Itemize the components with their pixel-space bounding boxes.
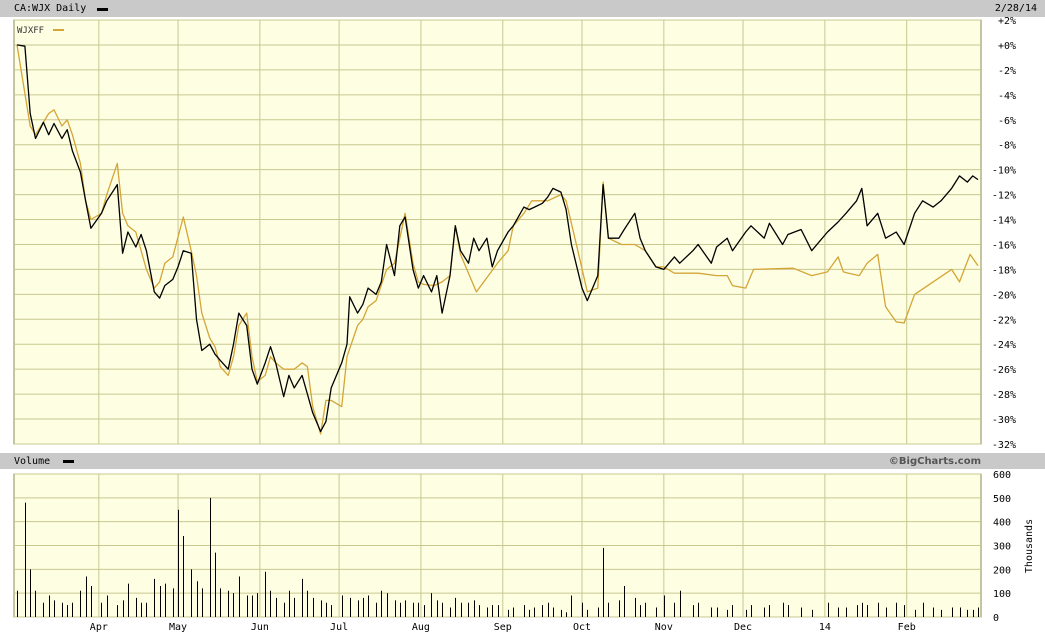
y-tick-label: -20% [992, 290, 1016, 301]
y-tick-label: -30% [992, 415, 1016, 426]
y-tick-label: -22% [992, 315, 1016, 326]
volume-axis-label: Thousands [1024, 519, 1035, 573]
y-tick-label: -28% [992, 390, 1016, 401]
y-tick-label: -32% [992, 440, 1016, 451]
volume-tick-label: 200 [993, 565, 1011, 576]
x-tick-label: Jul [330, 622, 348, 633]
x-tick-label: Dec [734, 622, 752, 633]
y-tick-label: -6% [998, 116, 1016, 127]
y-tick-label: -18% [992, 265, 1016, 276]
volume-tick-label: 300 [993, 542, 1011, 553]
y-tick-label: -24% [992, 340, 1016, 351]
x-tick-label: Aug [412, 622, 430, 633]
chart-canvas: +2% +0% -2% -4% -6% -8% -10% -12% -14% -16% -18% -2… [13, 16, 1035, 633]
y-tick-label: -4% [998, 91, 1016, 102]
comparison-legend-label: WJXFF [17, 26, 44, 36]
volume-tick-label: 0 [993, 613, 999, 624]
y-tick-label: -10% [992, 166, 1016, 177]
volume-tick-label: 500 [993, 494, 1011, 505]
comparison-legend-swatch [53, 29, 64, 31]
x-tick-label: Sep [494, 622, 512, 633]
x-tick-label: May [169, 622, 187, 633]
y-tick-label: -26% [992, 365, 1016, 376]
y-tick-label: +2% [998, 16, 1016, 27]
x-tick-label: Jun [251, 622, 269, 633]
y-tick-label: -2% [998, 66, 1016, 77]
price-plot-area [13, 19, 982, 445]
x-tick-label: 14 [819, 622, 831, 633]
x-tick-label: Nov [655, 622, 673, 633]
volume-tick-label: 100 [993, 589, 1011, 600]
x-tick-label: Apr [90, 622, 108, 633]
y-tick-label: -12% [992, 191, 1016, 202]
y-tick-label: -8% [998, 141, 1016, 152]
volume-tick-label: 600 [993, 470, 1011, 481]
x-tick-label: Feb [898, 622, 916, 633]
y-tick-label: -14% [992, 216, 1016, 227]
volume-tick-label: 400 [993, 518, 1011, 529]
x-tick-label: Oct [573, 622, 591, 633]
y-tick-label: -16% [992, 240, 1016, 251]
y-tick-label: +0% [998, 41, 1016, 52]
